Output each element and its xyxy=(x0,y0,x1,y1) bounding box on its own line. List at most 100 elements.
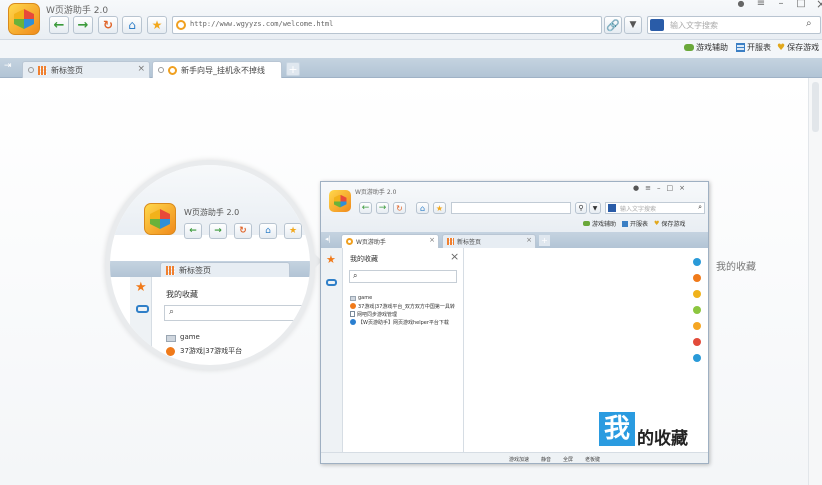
site-icon xyxy=(176,20,186,30)
gamepad-icon xyxy=(326,279,337,286)
status-boss-key: 老板键 xyxy=(585,456,601,463)
inner-bookmark-1: 游戏辅助 xyxy=(592,221,617,228)
zoom-star-icon: ★ xyxy=(135,280,147,295)
zoom-back-icon: ← xyxy=(184,223,202,239)
minimize-button[interactable]: – xyxy=(774,0,788,10)
status-mute: 静音 xyxy=(541,456,552,463)
skin-icon: ● xyxy=(633,184,640,192)
star-icon: ★ xyxy=(151,18,163,32)
skin-icon[interactable]: ● xyxy=(734,0,748,10)
outer-favorites-label: 我的收藏 xyxy=(716,262,756,273)
inner-search-placeholder: 输入文字搜索 xyxy=(620,206,657,213)
search-icon[interactable]: ⌕ xyxy=(806,19,812,29)
address-bar[interactable]: http://www.wgyyzs.com/welcome.html xyxy=(172,16,602,34)
callout-text: 的收藏 xyxy=(637,429,688,449)
heart-icon: ♥ xyxy=(777,42,786,53)
inner-search-box: 输入文字搜索 ⌕ xyxy=(605,202,705,214)
inner-star-icon: ★ xyxy=(433,202,446,214)
bookmarks-bar: 游戏辅助 开服表 ♥ 保存游戏 xyxy=(0,40,822,58)
favorite-item: 【W页游助手】网页游戏helper平台下载 xyxy=(358,319,449,326)
inner-logo xyxy=(329,190,351,212)
menu-icon[interactable]: ≡ xyxy=(754,0,768,10)
favorites-title: 我的收藏 xyxy=(350,255,378,263)
inner-link-icon: ⚲ xyxy=(575,202,587,214)
favorites-list: game 37游戏|37游戏平台_双方双方中国第一具转 网吧同步游戏管理 【W页… xyxy=(350,294,462,326)
inner-tab-bar: ◂| W页游助手 × 新标签页 × + xyxy=(321,232,708,248)
link-button[interactable]: 🔗 xyxy=(604,16,622,34)
status-accelerate: 游戏加速 xyxy=(509,456,530,463)
link-icon: 🔗 xyxy=(606,18,620,32)
bookmark-server-list[interactable]: 开服表 xyxy=(736,42,771,53)
tab-bar: ⇥ 新标签页 × 新手向导_挂机永不掉线 + xyxy=(0,58,822,78)
search-engine-icon[interactable] xyxy=(650,19,664,31)
zoom-gamepad-icon xyxy=(136,305,149,313)
bookmark-save-game[interactable]: ♥ 保存游戏 xyxy=(777,42,819,53)
favorite-item: 37游戏|37游戏平台_双方双方中国第一具转 xyxy=(358,303,455,310)
radio-dot-icon xyxy=(28,67,34,73)
site-icon xyxy=(168,65,177,75)
scrollbar-thumb[interactable] xyxy=(812,82,819,132)
close-icon: × xyxy=(526,236,532,244)
maximize-button[interactable]: □ xyxy=(794,0,808,10)
zoom-star-icon: ★ xyxy=(284,223,302,239)
zoom-home-icon: ⌂ xyxy=(259,223,277,239)
zoom-fav-2: 37游戏|37游戏平台 xyxy=(180,347,243,355)
tab-close-icon[interactable]: × xyxy=(137,64,145,74)
maximize-icon: □ xyxy=(666,184,674,192)
zoom-title: W页游助手 2.0 xyxy=(184,208,240,217)
inner-bookmarks: 游戏辅助 开服表 ♥ 保存游戏 xyxy=(583,219,685,228)
game-icon xyxy=(166,347,175,356)
tab-guide[interactable]: 新手向导_挂机永不掉线 xyxy=(152,61,282,78)
zoom-logo xyxy=(144,203,176,235)
zoom-refresh-icon: ↻ xyxy=(234,223,252,239)
grid-icon xyxy=(447,238,454,245)
url-text: http://www.wgyyzs.com/welcome.html xyxy=(190,20,334,28)
search-input[interactable]: 输入文字搜索 xyxy=(670,20,718,31)
favorites-search: ⌕ xyxy=(349,270,457,283)
sidebar-toggle-icon[interactable]: ⇥ xyxy=(4,62,12,71)
close-icon: × xyxy=(429,236,435,244)
star-icon: ★ xyxy=(326,253,336,266)
grid-icon xyxy=(166,265,175,275)
inner-address-bar xyxy=(451,202,571,214)
window-title: W页游助手 2.0 xyxy=(46,6,109,16)
arrow-right-icon: → xyxy=(77,17,89,33)
dropdown-button[interactable]: ▼ xyxy=(624,16,642,34)
bookmark-game-assist[interactable]: 游戏辅助 xyxy=(684,42,728,53)
scrollbar[interactable] xyxy=(808,78,822,485)
inner-bookmark-2: 开服表 xyxy=(630,221,649,228)
inner-tab-1: W页游助手 × xyxy=(341,234,439,248)
zoom-search: ⌕ xyxy=(164,305,304,321)
inner-refresh-icon: ↻ xyxy=(393,202,406,214)
favorite-item: game xyxy=(358,295,373,301)
chevron-down-icon: ▼ xyxy=(629,19,637,30)
zoom-fav-1: game xyxy=(180,333,200,341)
forward-button[interactable]: → xyxy=(73,16,93,34)
menu-icon: ≡ xyxy=(645,184,651,192)
inner-favorites-panel: 我的收藏 × ⌕ game 37游戏|37游戏平台_双方双方中国第一具转 网吧同… xyxy=(344,248,464,454)
inner-title: W页游助手 2.0 xyxy=(355,189,397,196)
favorite-button[interactable]: ★ xyxy=(147,16,167,34)
home-button[interactable]: ⌂ xyxy=(122,16,142,34)
back-button[interactable]: ← xyxy=(49,16,69,34)
zoom-sidebar-title: 我的收藏 xyxy=(166,290,198,299)
favorite-item: 网吧同步游戏管理 xyxy=(357,311,398,318)
tab-new-tab[interactable]: 新标签页 × xyxy=(22,61,150,78)
inner-tab-2: 新标签页 × xyxy=(442,234,536,248)
zoom-forward-icon: → xyxy=(209,223,227,239)
inner-window-controls: ● ≡ – □ × xyxy=(633,184,685,192)
minimize-icon: – xyxy=(656,184,661,192)
search-box[interactable]: 输入文字搜索 ⌕ xyxy=(647,16,821,34)
grid-icon xyxy=(38,65,47,75)
inner-dropdown-icon: ▼ xyxy=(589,202,601,214)
refresh-icon: ↻ xyxy=(102,18,114,32)
magnifier: W页游助手 2.0 ← → ↻ ⌂ ★ 新标签页 ★ 我的收藏 ⌕ game 3… xyxy=(105,160,315,370)
callout-box: 我 xyxy=(599,412,635,446)
refresh-button[interactable]: ↻ xyxy=(98,16,118,34)
new-tab-button[interactable]: + xyxy=(286,62,300,76)
arrow-left-icon: ← xyxy=(53,17,65,33)
inner-status-bar: 游戏加速 静音 全屏 老板键 xyxy=(321,452,708,463)
gamepad-icon xyxy=(684,44,694,51)
close-button[interactable]: × xyxy=(814,0,822,10)
table-icon xyxy=(736,43,745,52)
